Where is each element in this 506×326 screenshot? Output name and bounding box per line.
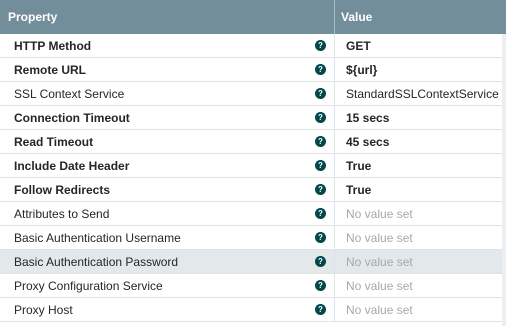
- property-name-cell: Proxy Configuration Service?: [0, 274, 335, 297]
- property-name-cell: Proxy Host?: [0, 298, 335, 321]
- table-body: HTTP Method? GET Remote URL? ${url} SSL Cont…: [0, 34, 506, 322]
- property-name: Remote URL: [14, 62, 87, 77]
- property-name: Basic Authentication Username: [14, 230, 181, 245]
- property-value[interactable]: True: [335, 154, 506, 177]
- table-row[interactable]: Read Timeout? 45 secs: [0, 130, 506, 154]
- property-name: Include Date Header: [14, 158, 130, 173]
- property-name: Proxy Host: [14, 302, 73, 317]
- property-value[interactable]: 15 secs: [335, 106, 506, 129]
- table-row[interactable]: Basic Authentication Password? No value s…: [0, 250, 506, 274]
- property-name: Read Timeout: [14, 134, 94, 149]
- property-name-cell: Include Date Header?: [0, 154, 335, 177]
- property-value[interactable]: No value set: [335, 274, 506, 297]
- property-name: Proxy Configuration Service: [14, 278, 163, 293]
- help-icon[interactable]: ?: [315, 136, 326, 147]
- table-row[interactable]: Basic Authentication Username? No value s…: [0, 226, 506, 250]
- table-row[interactable]: SSL Context Service? StandardSSLContextSe…: [0, 82, 506, 106]
- help-icon[interactable]: ?: [315, 160, 326, 171]
- scrollbar[interactable]: [502, 34, 506, 326]
- help-icon[interactable]: ?: [315, 280, 326, 291]
- property-name-cell: Connection Timeout?: [0, 106, 335, 129]
- help-icon[interactable]: ?: [315, 208, 326, 219]
- property-name: Attributes to Send: [14, 206, 110, 221]
- property-value[interactable]: No value set: [335, 202, 506, 225]
- property-name: Connection Timeout: [14, 110, 130, 125]
- help-icon[interactable]: ?: [315, 64, 326, 75]
- property-value[interactable]: ${url}: [335, 58, 506, 81]
- table-row[interactable]: Proxy Configuration Service? No value set: [0, 274, 506, 298]
- property-name-cell: Basic Authentication Username?: [0, 226, 335, 249]
- table-row[interactable]: Include Date Header? True: [0, 154, 506, 178]
- property-value[interactable]: True: [335, 178, 506, 201]
- property-value[interactable]: 45 secs: [335, 130, 506, 153]
- property-name-cell: Remote URL?: [0, 58, 335, 81]
- property-name-cell: Attributes to Send?: [0, 202, 335, 225]
- table-row[interactable]: Follow Redirects? True: [0, 178, 506, 202]
- help-icon[interactable]: ?: [315, 232, 326, 243]
- property-value[interactable]: No value set: [335, 226, 506, 249]
- property-column-header[interactable]: Property: [0, 0, 335, 34]
- property-name: Basic Authentication Password: [14, 254, 179, 269]
- table-row[interactable]: Remote URL? ${url}: [0, 58, 506, 82]
- properties-table: Property Value HTTP Method? GET Remote URL…: [0, 0, 506, 326]
- table-row[interactable]: Attributes to Send? No value set: [0, 202, 506, 226]
- property-name: SSL Context Service: [14, 86, 125, 101]
- property-value[interactable]: No value set: [335, 250, 506, 273]
- property-name-cell: Follow Redirects?: [0, 178, 335, 201]
- help-icon[interactable]: ?: [315, 184, 326, 195]
- table-row[interactable]: HTTP Method? GET: [0, 34, 506, 58]
- value-column-header[interactable]: Value: [335, 0, 506, 34]
- help-icon[interactable]: ?: [315, 40, 326, 51]
- property-name-cell: SSL Context Service?: [0, 82, 335, 105]
- help-icon[interactable]: ?: [315, 88, 326, 99]
- property-value[interactable]: GET: [335, 34, 506, 57]
- property-name-cell: Basic Authentication Password?: [0, 250, 335, 273]
- help-icon[interactable]: ?: [315, 304, 326, 315]
- table-row[interactable]: Proxy Host? No value set: [0, 298, 506, 322]
- table-row[interactable]: Connection Timeout? 15 secs: [0, 106, 506, 130]
- property-value[interactable]: No value set: [335, 298, 506, 321]
- property-name: HTTP Method: [14, 38, 92, 53]
- property-name-cell: HTTP Method?: [0, 34, 335, 57]
- property-value[interactable]: StandardSSLContextService: [335, 82, 506, 105]
- property-name: Follow Redirects: [14, 182, 111, 197]
- help-icon[interactable]: ?: [315, 112, 326, 123]
- table-header: Property Value: [0, 0, 506, 34]
- help-icon[interactable]: ?: [315, 256, 326, 267]
- property-name-cell: Read Timeout?: [0, 130, 335, 153]
